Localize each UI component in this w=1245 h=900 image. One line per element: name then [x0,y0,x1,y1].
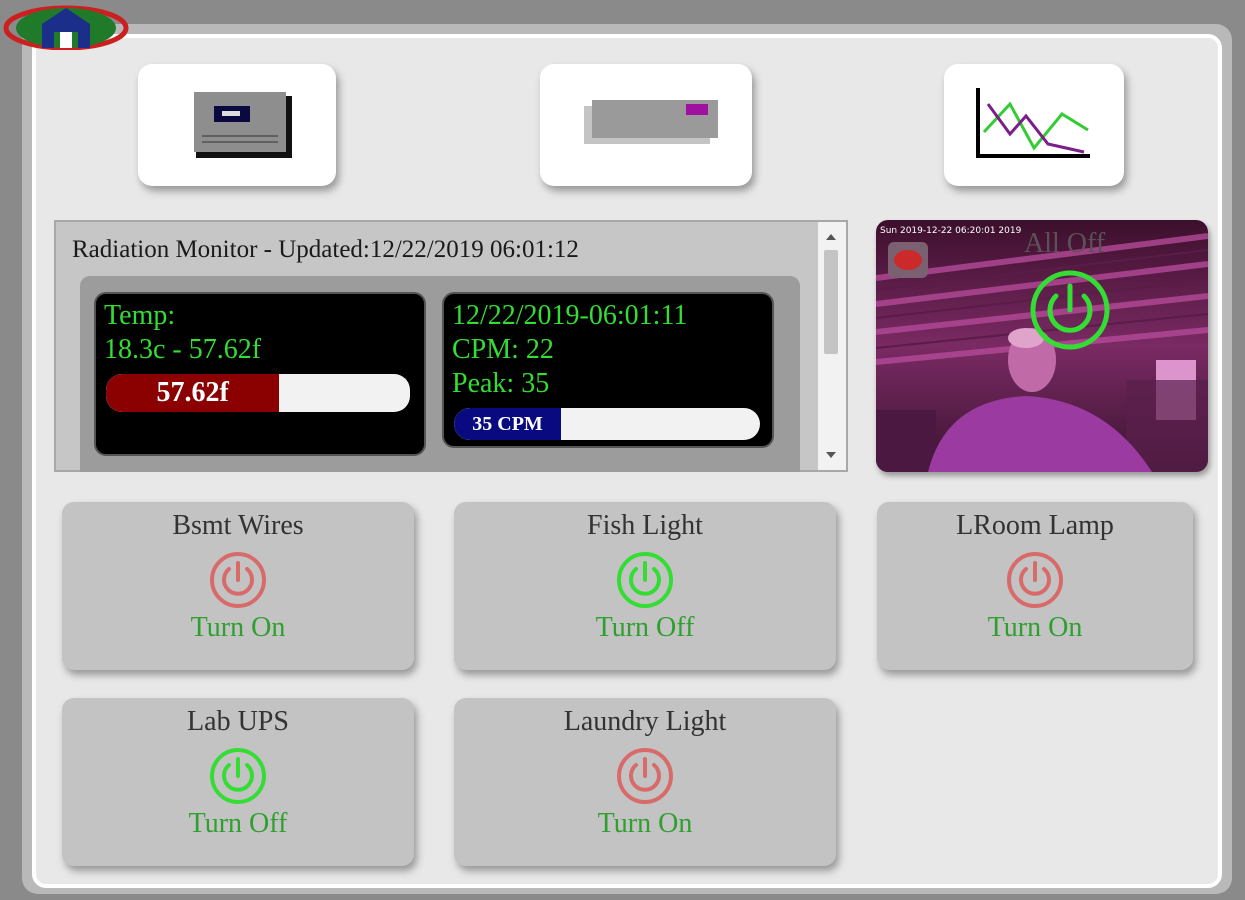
all-off-power-icon[interactable] [1028,268,1112,352]
scroll-down-arrow-icon[interactable] [826,452,836,458]
cpm-bar-label: 35 CPM [472,412,543,435]
cpm-peak: Peak: 35 [452,368,550,399]
radiation-monitor-title: Radiation Monitor - Updated:12/22/2019 0… [72,236,579,263]
power-icon[interactable] [615,550,675,610]
device-action[interactable]: Turn On [62,612,414,644]
power-icon[interactable] [208,550,268,610]
nav-ups-button[interactable] [540,64,752,186]
nav-devices-button[interactable] [138,64,336,186]
all-off-label: All Off [1024,228,1106,259]
cpm-gauge: 12/22/2019-06:01:11 CPM: 22 Peak: 35 35 … [442,292,774,448]
device-name: Bsmt Wires [172,510,304,541]
cpm-value: CPM: 22 [452,334,554,365]
temp-label: Temp: [104,300,176,331]
temp-bar-label: 57.62f [156,377,229,408]
temperature-gauge: Temp: 18.3c - 57.62f 57.62f [94,292,426,456]
scroll-thumb[interactable] [824,250,838,354]
device-card-lroom-lamp[interactable]: LRoom Lamp Turn On [877,502,1193,670]
house-logo-icon[interactable] [2,2,130,51]
cpm-timestamp: 12/22/2019-06:01:11 [452,300,688,331]
temp-bar: 57.62f [106,374,410,412]
power-icon[interactable] [615,746,675,806]
device-name: Laundry Light [563,706,727,737]
camera-feed[interactable]: Sun 2019-12-22 06:20:01 2019 All Off [876,220,1208,472]
nav-charts-button[interactable] [944,64,1124,186]
device-name: Fish Light [587,510,703,541]
device-card-laundry-light[interactable]: Laundry Light Turn On [454,698,836,866]
radiation-scrollbar[interactable] [818,222,846,470]
ups-device-icon [584,100,718,144]
device-action[interactable]: Turn Off [454,612,836,644]
device-action[interactable]: Turn On [454,808,836,840]
device-card-fish-light[interactable]: Fish Light Turn Off [454,502,836,670]
temp-value: 18.3c - 57.62f [104,334,262,365]
device-card-bsmt-wires[interactable]: Bsmt Wires Turn On [62,502,414,670]
device-panel-icon [194,92,292,158]
cpm-bar: 35 CPM [454,408,760,440]
power-icon[interactable] [1005,550,1065,610]
line-chart-icon [976,88,1090,158]
device-card-lab-ups[interactable]: Lab UPS Turn Off [62,698,414,866]
power-icon[interactable] [208,746,268,806]
device-name: LRoom Lamp [956,510,1114,541]
scroll-up-arrow-icon[interactable] [826,234,836,240]
device-action[interactable]: Turn On [877,612,1193,644]
device-name: Lab UPS [187,706,289,737]
device-action[interactable]: Turn Off [62,808,414,840]
camera-timestamp: Sun 2019-12-22 06:20:01 2019 [880,226,1022,236]
